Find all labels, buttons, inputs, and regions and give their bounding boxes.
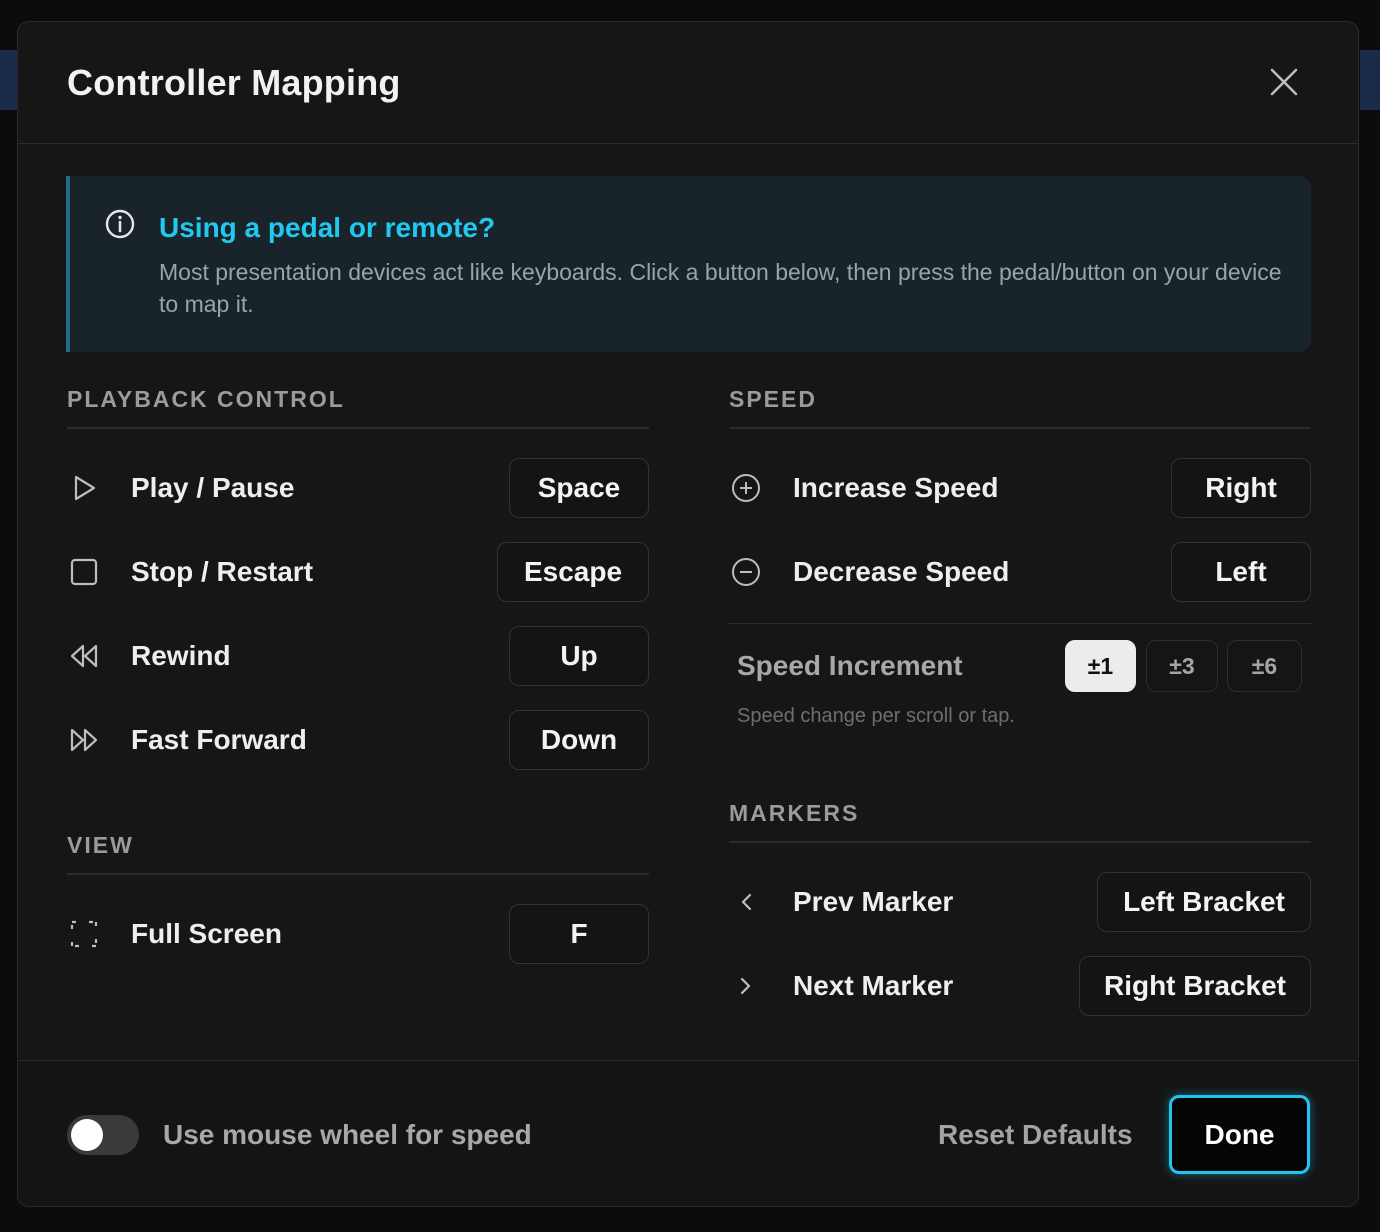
dialog-header: Controller Mapping (18, 22, 1358, 144)
key-binding-button-decrease-speed[interactable]: Left (1171, 542, 1311, 602)
reset-defaults-button[interactable]: Reset Defaults (938, 1119, 1133, 1151)
stop-icon (67, 555, 101, 589)
section-heading-view: VIEW (67, 832, 649, 875)
speed-increment-hint: Speed change per scroll or tap. (737, 705, 1015, 727)
mapping-label: Fast Forward (131, 724, 307, 755)
done-button[interactable]: Done (1169, 1095, 1310, 1174)
mapping-label: Rewind (131, 640, 231, 671)
close-icon (1270, 68, 1298, 96)
key-binding-button-full-screen[interactable]: F (509, 904, 649, 964)
info-body: Most presentation devices act like keybo… (159, 259, 1282, 317)
key-binding-button-next-marker[interactable]: Right Bracket (1079, 956, 1311, 1016)
info-icon (105, 209, 135, 239)
key-binding-button-increase-speed[interactable]: Right (1171, 458, 1311, 518)
background-app-strip-right (1360, 50, 1380, 110)
mapping-label: Play / Pause (131, 472, 295, 503)
chevron-left-icon (729, 885, 763, 919)
key-binding-button-play-pause[interactable]: Space (509, 458, 649, 518)
section-heading-markers: MARKERS (729, 800, 1311, 843)
mapping-label: Next Marker (793, 970, 954, 1001)
mapping-label: Stop / Restart (131, 556, 314, 587)
info-callout: Using a pedal or remote? Most presentati… (66, 176, 1311, 352)
mouse-wheel-speed-toggle[interactable] (67, 1115, 139, 1155)
key-binding-button-fast-forward[interactable]: Down (509, 710, 649, 770)
plus-circle-icon (729, 471, 763, 505)
dialog-title: Controller Mapping (67, 62, 401, 103)
play-icon (67, 471, 101, 505)
speed-increment-label: Speed Increment (737, 650, 963, 681)
fast-forward-icon (67, 723, 101, 757)
mapping-label: Prev Marker (793, 886, 954, 917)
speed-increment-option-1[interactable]: ±1 (1065, 640, 1136, 692)
rewind-icon (67, 639, 101, 673)
key-binding-button-rewind[interactable]: Up (509, 626, 649, 686)
key-binding-button-prev-marker[interactable]: Left Bracket (1097, 872, 1311, 932)
speed-increment-option-6[interactable]: ±6 (1227, 640, 1302, 692)
fullscreen-icon (67, 917, 101, 951)
key-binding-button-stop-restart[interactable]: Escape (497, 542, 649, 602)
mapping-label: Decrease Speed (793, 556, 1010, 587)
background-app-strip-left (0, 50, 17, 110)
toggle-knob (71, 1119, 103, 1151)
dialog-footer: Use mouse wheel for speed Reset Defaults… (18, 1060, 1358, 1206)
section-heading-playback: PLAYBACK CONTROL (67, 386, 649, 429)
section-heading-speed: SPEED (729, 386, 1311, 429)
info-title: Using a pedal or remote? (159, 212, 496, 243)
mouse-wheel-toggle-label: Use mouse wheel for speed (163, 1119, 532, 1150)
close-button[interactable] (1264, 62, 1304, 102)
speed-divider (729, 623, 1311, 624)
controller-mapping-dialog: Controller Mapping Using a pedal or remo… (17, 21, 1359, 1207)
speed-increment-option-3[interactable]: ±3 (1146, 640, 1218, 692)
mapping-label: Full Screen (131, 918, 282, 949)
minus-circle-icon (729, 555, 763, 589)
chevron-right-icon (729, 969, 763, 1003)
mapping-label: Increase Speed (793, 472, 999, 503)
